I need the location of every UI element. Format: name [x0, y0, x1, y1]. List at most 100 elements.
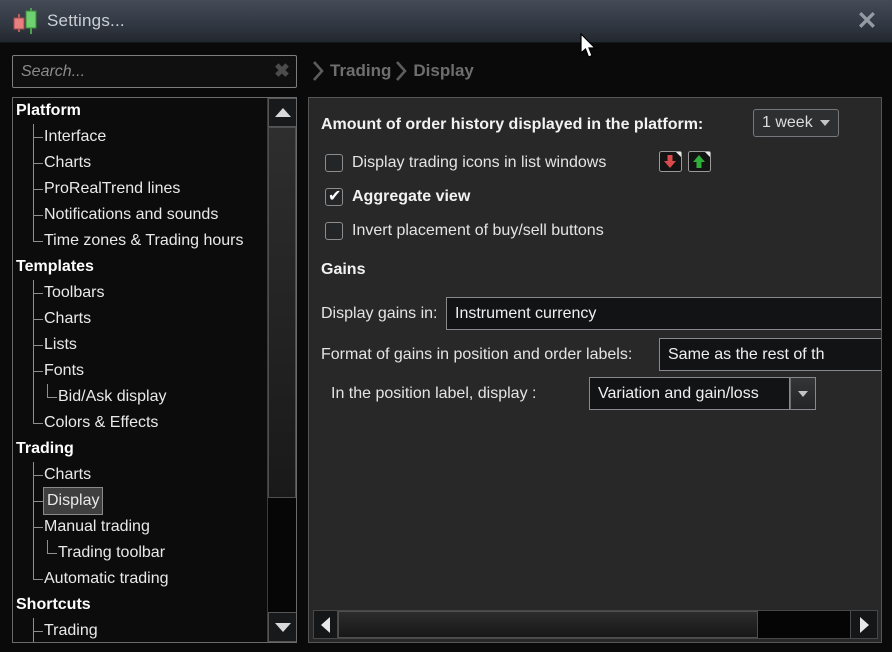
down-arrow-icon [274, 622, 291, 632]
tree-item-charts[interactable]: Charts [13, 306, 267, 332]
tree-item-label: Trading toolbar [58, 544, 166, 561]
tree-connector-line [33, 618, 34, 642]
tree-vertical-scrollbar[interactable] [267, 98, 296, 642]
display-gains-in-label: Display gains in: [321, 304, 438, 322]
breadcrumb-trading[interactable]: Trading [330, 61, 391, 81]
order-history-label: Amount of order history displayed in the… [321, 116, 704, 133]
close-icon[interactable]: ✕ [854, 8, 880, 34]
tree-item-label: Trading [44, 622, 98, 639]
tree-item-charts[interactable]: Charts [13, 150, 267, 176]
checkmark-icon: ✔ [328, 188, 342, 205]
order-history-dropdown[interactable]: 1 week [753, 109, 839, 137]
tree-item-trading-toolbar[interactable]: Trading toolbar [13, 540, 267, 566]
tree-connector-line [33, 631, 43, 632]
scroll-right-button[interactable] [850, 611, 877, 638]
tree-item-interface[interactable]: Interface [13, 124, 267, 150]
tree-item-label: ProRealTrend lines [44, 180, 181, 197]
tree-item-platform[interactable]: Platform [13, 98, 267, 124]
breadcrumb-display[interactable]: Display [413, 61, 473, 81]
tree-item-label: Bid/Ask display [58, 388, 167, 405]
chevron-right-icon [313, 61, 324, 81]
left-arrow-icon [321, 616, 330, 633]
search-clear-icon[interactable]: ✖ [268, 60, 296, 83]
tree-item-label: Platform [16, 102, 81, 119]
up-arrow-icon [274, 108, 291, 117]
checkbox-unchecked[interactable]: ✔ [325, 154, 343, 172]
settings-dialog: { "window": { "title": "Settings...", "c… [0, 0, 892, 652]
tree-connector-line [33, 579, 43, 580]
tree-connector-line [33, 371, 43, 372]
checkbox-label: Invert placement of buy/sell buttons [352, 222, 604, 239]
tree-item-label: Charts [44, 154, 92, 171]
checkbox-row-invert-placement-of-buy-sell-buttons[interactable]: ✔ Invert placement of buy/sell buttons [325, 218, 606, 244]
vertical-scroll-track[interactable] [268, 498, 296, 612]
display-gains-in-combobox[interactable]: Instrument currency [446, 297, 881, 330]
tree-item-label: Charts [44, 310, 92, 327]
checkbox-unchecked[interactable]: ✔ [325, 222, 343, 240]
scroll-left-button[interactable] [314, 611, 338, 638]
tree-item-time-zones-trading-hours[interactable]: Time zones & Trading hours [13, 228, 267, 254]
tree-connector-line [33, 410, 34, 423]
scroll-up-button[interactable] [268, 98, 296, 127]
order-history-row: Amount of order history displayed in the… [321, 111, 703, 139]
scroll-down-button[interactable] [268, 612, 296, 642]
chevron-down-icon [798, 390, 808, 397]
horizontal-scrollbar[interactable] [313, 610, 878, 639]
tree-item-templates[interactable]: Templates [13, 254, 267, 280]
position-label-combobox[interactable]: Variation and gain/loss [589, 377, 790, 410]
right-arrow-icon [859, 616, 869, 633]
search-box: ✖ [12, 55, 297, 88]
tree-connector-line [33, 228, 34, 241]
tree-item-manual-trading[interactable]: Manual trading [13, 514, 267, 540]
tree-item-prorealtrend-lines[interactable]: ProRealTrend lines [13, 176, 267, 202]
tree-item-notifications-and-sounds[interactable]: Notifications and sounds [13, 202, 267, 228]
tree-item-label: Charts [44, 466, 92, 483]
format-gains-combobox[interactable]: Same as the rest of th [659, 338, 881, 371]
checkbox-label: Display trading icons in list windows [352, 154, 607, 171]
order-history-value: 1 week [762, 114, 813, 131]
tree-item-shortcuts[interactable]: Shortcuts [13, 592, 267, 618]
tree-connector-line [47, 397, 57, 398]
title-bar[interactable]: Settings... ✕ [0, 0, 892, 43]
tree-item-label: Manual trading [44, 518, 150, 535]
settings-tree-panel: Platform Interface Charts ProRealTrend line… [12, 97, 297, 643]
checkbox-row-aggregate-view[interactable]: ✔ Aggregate view [325, 184, 606, 210]
vertical-scroll-thumb[interactable] [268, 127, 296, 498]
tree-item-trading[interactable]: Trading [13, 618, 267, 642]
tree-item-label: Fonts [44, 362, 85, 379]
app-candlestick-icon [13, 8, 37, 34]
sell-order-icon [659, 151, 682, 172]
format-gains-label-row: Format of gains in position and order la… [321, 338, 632, 371]
tree-item-label: Shortcuts [16, 596, 91, 613]
tree-item-label: Time zones & Trading hours [44, 232, 244, 249]
checkbox-row-display-trading-icons-in-list-windows[interactable]: ✔ Display trading icons in list windows [325, 150, 606, 176]
tree-item-lists[interactable]: Lists [13, 332, 267, 358]
tree-item-colors-effects[interactable]: Colors & Effects [13, 410, 267, 436]
tree-connector-line [33, 345, 43, 346]
position-label-display-row: In the position label, display : [331, 377, 536, 410]
tree-item-bid-ask-display[interactable]: Bid/Ask display [13, 384, 267, 410]
gains-heading: Gains [321, 261, 366, 278]
tree-connector-line [33, 423, 43, 424]
horizontal-scroll-thumb[interactable] [338, 611, 758, 638]
tree-connector-line [47, 553, 57, 554]
tree-item-trading[interactable]: Trading [13, 436, 267, 462]
tree-item-label: Interface [44, 128, 107, 145]
checkbox-checked[interactable]: ✔ [325, 188, 343, 206]
tree-item-charts[interactable]: Charts [13, 462, 267, 488]
tree-item-fonts[interactable]: Fonts [13, 358, 267, 384]
position-label-dropdown-button[interactable] [790, 377, 816, 410]
tree-list: Platform Interface Charts ProRealTrend line… [13, 98, 267, 642]
tree-item-label: Lists [44, 336, 77, 353]
horizontal-scroll-track[interactable] [758, 611, 850, 638]
tree-item-display[interactable]: Display [13, 487, 267, 515]
tree-connector-line [33, 527, 43, 528]
search-input[interactable] [13, 56, 268, 87]
tree-item-label: Templates [16, 258, 94, 275]
display-gains-in-label-row: Display gains in: [321, 297, 438, 330]
chevron-right-icon [396, 61, 408, 81]
tree-item-automatic-trading[interactable]: Automatic trading [13, 566, 267, 592]
tree-item-toolbars[interactable]: Toolbars [13, 280, 267, 306]
chevron-down-icon [820, 120, 830, 126]
tree-item-label: Display [42, 487, 104, 515]
